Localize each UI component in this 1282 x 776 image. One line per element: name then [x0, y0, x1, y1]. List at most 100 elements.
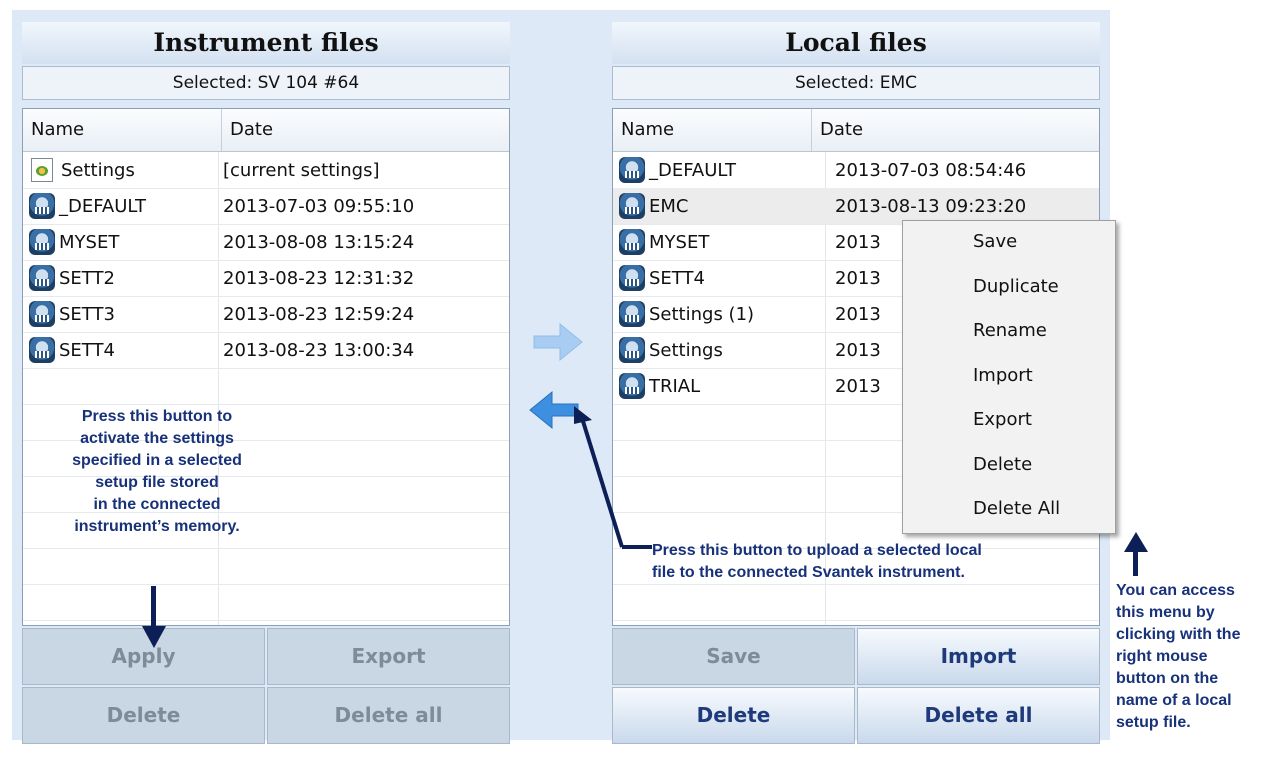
annotation-line: Press this button to upload a selected l… [652, 542, 982, 559]
file-name-cell: EMC [613, 193, 825, 219]
save-button[interactable]: Save [612, 628, 855, 685]
file-date-cell: 2013-08-23 12:31:32 [223, 267, 415, 289]
context-menu-item[interactable]: Delete [973, 454, 1032, 475]
grid-line [23, 584, 509, 585]
annotation-line: specified in a selected [72, 452, 242, 469]
file-name-text: MYSET [59, 231, 120, 253]
menu-pointer-line [1133, 548, 1138, 576]
file-name-text: Settings [61, 159, 135, 181]
file-date-cell: 2013-08-08 13:15:24 [223, 231, 415, 253]
column-header-date[interactable]: Date [812, 109, 863, 151]
instrument-file-row[interactable]: MYSET 2013-08-08 13:15:24 [23, 224, 509, 260]
context-menu-item[interactable]: Export [973, 409, 1032, 430]
annotation-line: in the connected [93, 496, 221, 513]
annotation-line: activate the settings [80, 430, 234, 447]
context-menu-item[interactable]: Rename [973, 320, 1047, 341]
file-date-cell: 2013-08-23 13:00:34 [223, 339, 415, 361]
local-file-row[interactable]: EMC 2013-08-13 09:23:20 [613, 188, 1099, 224]
annotation-line: Press this button to [81, 408, 233, 425]
column-header-name[interactable]: Name [613, 109, 812, 151]
instrument-selected-label: Selected: SV 104 #64 [22, 66, 510, 100]
setup-file-icon [29, 229, 55, 255]
file-name-text: EMC [649, 195, 689, 217]
column-header-date[interactable]: Date [222, 109, 273, 151]
instrument-file-row[interactable]: _DEFAULT 2013-07-03 09:55:10 [23, 188, 509, 224]
annotation-line: file to the connected Svantek instrument… [652, 564, 965, 581]
instrument-files-title: Instrument files [22, 22, 510, 64]
local-file-row[interactable]: _DEFAULT 2013-07-03 08:54:46 [613, 152, 1099, 188]
instrument-file-row[interactable]: Settings [current settings] [23, 152, 509, 188]
file-date-cell: 2013-08-23 12:59:24 [223, 303, 415, 325]
file-date-cell: 2013 [835, 339, 881, 361]
file-name-cell: MYSET [23, 229, 213, 255]
menu-annotation: You can access this menu by clicking with … [1116, 580, 1281, 734]
upload-pointer-line [574, 406, 652, 549]
file-name-text: SETT3 [59, 303, 115, 325]
delete-all-button[interactable]: Delete all [857, 687, 1100, 744]
annotation-line: right mouse [1116, 648, 1208, 665]
instrument-file-row[interactable]: SETT3 2013-08-23 12:59:24 [23, 296, 509, 332]
apply-pointer-arrowhead-icon [142, 626, 166, 648]
file-name-cell: Settings [613, 337, 825, 363]
annotation-line: name of a local [1116, 692, 1232, 709]
grid-line [613, 620, 1099, 621]
file-name-text: _DEFAULT [649, 159, 736, 181]
file-date-cell: 2013 [835, 267, 881, 289]
setup-file-icon [29, 301, 55, 327]
context-menu-item[interactable]: Delete All [973, 498, 1060, 519]
delete-button[interactable]: Delete [612, 687, 855, 744]
file-name-cell: SETT3 [23, 301, 213, 327]
file-name-cell: SETT4 [613, 265, 825, 291]
file-name-cell: _DEFAULT [613, 157, 825, 183]
settings-file-icon [31, 158, 53, 182]
file-date-cell: 2013 [835, 231, 881, 253]
file-name-cell: SETT4 [23, 337, 213, 363]
instrument-list-header: Name Date [23, 109, 509, 152]
delete-all-button[interactable]: Delete all [267, 687, 510, 744]
file-date-cell: 2013 [835, 303, 881, 325]
file-date-cell: 2013-07-03 09:55:10 [223, 195, 415, 217]
grid-line [23, 620, 509, 621]
delete-button[interactable]: Delete [22, 687, 265, 744]
instrument-button-grid: Apply Export Delete Delete all [22, 628, 510, 744]
file-name-text: SETT2 [59, 267, 115, 289]
instrument-file-list[interactable]: Name Date Settings [current settings] _DEF… [22, 108, 510, 626]
file-name-text: MYSET [649, 231, 710, 253]
file-name-text: Settings (1) [649, 303, 755, 325]
context-menu-item[interactable]: Save [973, 231, 1017, 252]
local-files-title: Local files [612, 22, 1100, 64]
setup-file-icon [29, 265, 55, 291]
grid-line [23, 548, 509, 549]
file-date-cell: 2013-07-03 08:54:46 [835, 159, 1027, 181]
setup-file-icon [619, 301, 645, 327]
import-button[interactable]: Import [857, 628, 1100, 685]
annotation-line: this menu by [1116, 604, 1215, 621]
local-list-header: Name Date [613, 109, 1099, 152]
annotation-line: instrument’s memory. [74, 518, 240, 535]
setup-file-icon [29, 337, 55, 363]
column-header-name[interactable]: Name [23, 109, 222, 151]
file-name-cell: SETT2 [23, 265, 213, 291]
export-button[interactable]: Export [267, 628, 510, 685]
setup-file-icon [619, 157, 645, 183]
instrument-file-row[interactable]: SETT4 2013-08-23 13:00:34 [23, 332, 509, 368]
grid-line [23, 404, 509, 405]
setup-file-icon [619, 265, 645, 291]
annotation-line: setup file. [1116, 714, 1191, 731]
annotation-line: button on the [1116, 670, 1219, 687]
file-date-cell: 2013 [835, 375, 881, 397]
context-menu: Save Duplicate Rename Import Export Delete Del… [902, 220, 1116, 534]
file-name-text: SETT4 [59, 339, 115, 361]
grid-line [613, 584, 1099, 585]
instrument-file-row[interactable]: SETT2 2013-08-23 12:31:32 [23, 260, 509, 296]
file-name-text: TRIAL [649, 375, 701, 397]
local-selected-label: Selected: EMC [612, 66, 1100, 100]
file-name-cell: Settings [23, 158, 213, 182]
download-to-local-arrow-icon[interactable] [520, 312, 592, 372]
grid-line [23, 368, 509, 369]
file-name-text: Settings [649, 339, 723, 361]
instrument-list-rows: Settings [current settings] _DEFAULT 2013-0… [23, 152, 509, 625]
context-menu-item[interactable]: Import [973, 365, 1033, 386]
file-name-text: _DEFAULT [59, 195, 146, 217]
context-menu-item[interactable]: Duplicate [973, 276, 1059, 297]
